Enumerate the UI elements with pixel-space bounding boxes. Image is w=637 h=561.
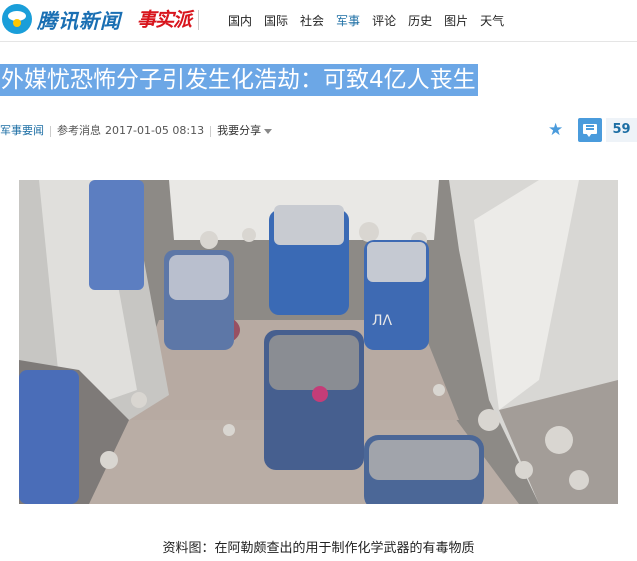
share-label: 我要分享	[217, 124, 262, 137]
logo-text: 腾讯新闻	[37, 8, 121, 33]
share-button[interactable]: 我要分享	[217, 124, 273, 137]
container-1	[164, 250, 234, 350]
article-photo: ЛΛ	[19, 180, 618, 504]
brand-logo[interactable]: 事实派	[137, 5, 192, 32]
nav-item-history[interactable]: 历史	[408, 12, 432, 29]
meta-divider	[210, 125, 212, 137]
container-2	[269, 205, 349, 315]
container-5	[364, 435, 484, 504]
comment-count[interactable]: 59	[606, 118, 637, 142]
nav-item-pictures[interactable]: 图片	[444, 12, 468, 29]
article-title[interactable]: 外媒忧恐怖分子引发生化浩劫：可致4亿人丧生	[0, 64, 478, 96]
nav-item-society[interactable]: 社会	[300, 12, 324, 29]
chevron-down-icon	[264, 128, 273, 134]
main-nav: 国内 国际 社会 军事 评论 历史 图片 天气	[228, 12, 516, 29]
header-divider	[198, 10, 199, 30]
tencent-logo-icon	[2, 4, 32, 34]
nav-item-domestic[interactable]: 国内	[228, 12, 252, 29]
star-icon[interactable]: ★	[548, 121, 563, 139]
comment-bubble-icon	[583, 124, 597, 137]
nav-item-military[interactable]: 军事	[336, 12, 360, 29]
nav-item-commentary[interactable]: 评论	[372, 12, 396, 29]
photo-caption: 资料图：在阿勒颇查出的用于制作化学武器的有毒物质	[162, 541, 475, 556]
article-source: 参考消息	[57, 124, 101, 137]
svg-text:ЛΛ: ЛΛ	[372, 313, 393, 329]
header-divider-line	[0, 41, 637, 42]
nav-item-international[interactable]: 国际	[264, 12, 288, 29]
meta-divider	[50, 125, 51, 137]
site-header: 腾讯新闻 事实派 国内 国际 社会 军事 评论 历史 图片 天气	[0, 0, 637, 42]
article-date: 2017-01-05 08:13	[105, 124, 205, 137]
article-meta: 军事要闻 参考消息 2017-01-05 08:13 我要分享	[0, 122, 273, 140]
chemical-containers-photo: ЛΛ	[19, 180, 618, 504]
section-link[interactable]: 军事要闻	[0, 124, 44, 137]
tencent-news-logo[interactable]: 腾讯新闻	[0, 2, 121, 36]
container-4	[264, 330, 364, 470]
comment-button[interactable]	[578, 118, 602, 142]
container-3: ЛΛ	[364, 240, 429, 350]
nav-item-weather[interactable]: 天气	[480, 12, 504, 29]
